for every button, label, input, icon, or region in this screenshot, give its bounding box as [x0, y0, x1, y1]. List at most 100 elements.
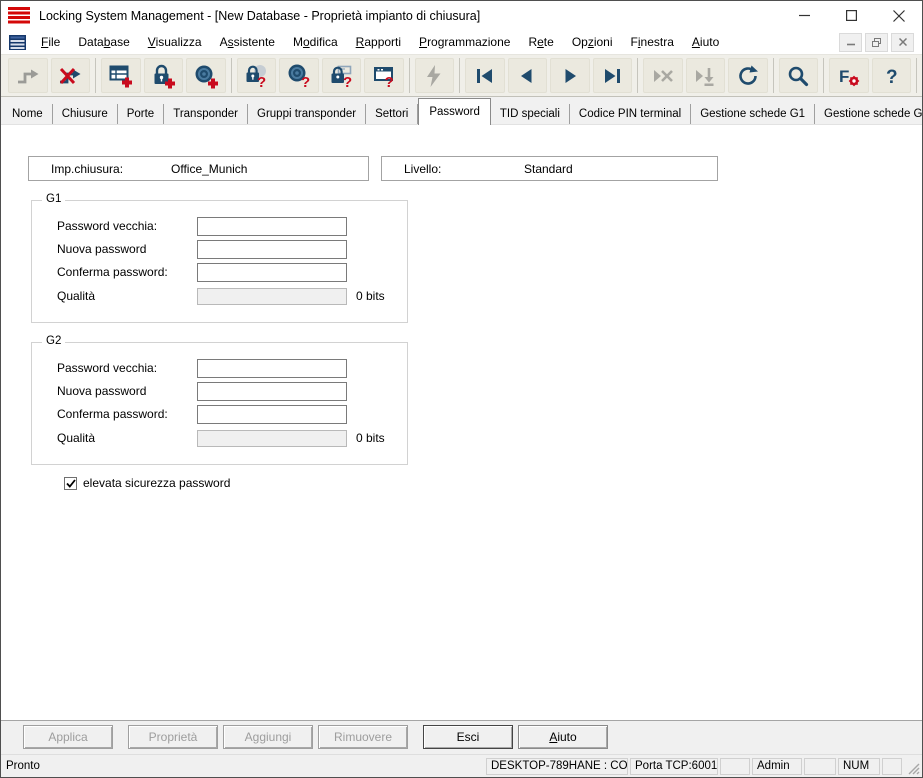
program-button [414, 58, 454, 93]
read-lock-button[interactable]: ? [236, 58, 276, 93]
maximize-button[interactable] [828, 1, 875, 30]
read-transponder-button[interactable]: ? [279, 58, 319, 93]
level-label: Livello: [404, 161, 442, 176]
tab-gestione-schede-g1[interactable]: Gestione schede G1 [691, 104, 816, 124]
read-lock-network-button[interactable]: ? [321, 58, 361, 93]
g1-new-password-input[interactable] [197, 239, 347, 259]
refresh-icon [738, 65, 758, 85]
status-panel-empty-2 [804, 757, 836, 775]
search-button[interactable] [778, 58, 818, 93]
locking-system-field: Imp.chiusura: Office_Munich [28, 156, 369, 181]
menu-item-finestra[interactable]: Finestra [622, 35, 683, 49]
read-lock-network-icon: ? [331, 65, 352, 89]
status-panel-user: Admin [752, 757, 802, 775]
read-card-button[interactable]: ? [364, 58, 404, 93]
g2-confirm-password-row: Conferma password: [57, 404, 347, 424]
g2-confirm-password-input[interactable] [197, 404, 347, 424]
g1-new-password-row: Nuova password [57, 239, 347, 259]
high-security-checkbox[interactable] [64, 476, 77, 490]
menu-item-rapporti[interactable]: Rapporti [347, 35, 410, 49]
tab-bar: Nome Chiusure Porte Transponder Gruppi t… [1, 97, 922, 125]
g1-confirm-password-input[interactable] [197, 262, 347, 282]
g1-old-password-label: Password vecchia: [57, 219, 158, 233]
disconnect-button[interactable] [50, 58, 90, 93]
nav-last-button[interactable] [592, 58, 632, 93]
menu-item-assistente[interactable]: Assistente [211, 35, 284, 49]
maximize-icon [846, 10, 857, 21]
options-gear-icon: F [839, 67, 860, 86]
g1-old-password-row: Password vecchia: [57, 216, 347, 236]
menu-item-modifica[interactable]: Modifica [284, 35, 347, 49]
tab-tid-speciali[interactable]: TID speciali [491, 104, 570, 124]
menu-item-opzioni[interactable]: Opzioni [563, 35, 622, 49]
status-panel-empty-3 [882, 757, 902, 775]
esci-button[interactable]: Esci [423, 725, 513, 749]
tab-transponder[interactable]: Transponder [164, 104, 248, 124]
mdi-restore-button[interactable] [865, 32, 888, 52]
tab-nome[interactable]: Nome [3, 104, 53, 124]
nav-cancel-button [643, 58, 683, 93]
read-card-icon: ? [373, 66, 393, 89]
g1-quality-bar [197, 287, 347, 305]
tab-gestione-schede-g2[interactable]: Gestione schede G2 [815, 104, 922, 124]
menu-item-programmazione[interactable]: Programmazione [410, 35, 519, 49]
document-icon [9, 34, 26, 50]
mdi-close-icon [898, 38, 907, 46]
g2-new-password-input[interactable] [197, 381, 347, 401]
g2-old-password-row: Password vecchia: [57, 358, 347, 378]
new-lock-button[interactable] [143, 58, 183, 93]
toolbar-separator [823, 58, 824, 93]
level-value: Standard [524, 161, 573, 176]
tab-gruppi-transponder[interactable]: Gruppi transponder [248, 104, 367, 124]
g2-old-password-input[interactable] [197, 358, 347, 378]
menu-item-file[interactable]: File [32, 35, 69, 49]
g1-quality-bits: 0 bits [356, 289, 385, 303]
nav-first-button[interactable] [465, 58, 505, 93]
g1-old-password-input[interactable] [197, 216, 347, 236]
tab-porte[interactable]: Porte [118, 104, 165, 124]
resize-grip[interactable] [904, 758, 920, 775]
new-transponder-plus-icon [195, 65, 218, 88]
new-transponder-button[interactable] [186, 58, 226, 93]
svg-text:?: ? [384, 74, 393, 89]
g2-group-title: G2 [42, 335, 66, 347]
g2-new-password-row: Nuova password [57, 381, 347, 401]
nav-prev-icon [521, 68, 532, 83]
mdi-minimize-icon [846, 43, 855, 46]
g1-quality-label: Qualità [57, 289, 96, 303]
options-button[interactable]: F [829, 58, 869, 93]
menu-item-aiuto[interactable]: Aiuto [683, 35, 728, 49]
toolbar-separator [230, 58, 232, 93]
g1-groupbox: G1 Password vecchia: Nuova password Conf… [31, 193, 408, 323]
aiuto-button[interactable]: Aiuto [518, 725, 608, 749]
menu-item-visualizza[interactable]: Visualizza [139, 35, 211, 49]
read-transponder-icon: ? [288, 64, 310, 89]
mdi-minimize-button[interactable] [839, 32, 862, 52]
refresh-button[interactable] [728, 58, 768, 93]
nav-cancel-icon [653, 69, 673, 82]
close-button[interactable] [875, 1, 922, 30]
tab-password[interactable]: Password [418, 98, 491, 125]
tab-settori[interactable]: Settori [366, 104, 419, 124]
nav-first-icon [476, 68, 492, 83]
tab-codice-pin-terminal[interactable]: Codice PIN terminal [570, 104, 692, 124]
new-locking-system-button[interactable] [101, 58, 141, 93]
svg-text:?: ? [886, 67, 898, 88]
mdi-restore-icon [872, 37, 881, 47]
help-button[interactable]: ? [871, 58, 911, 93]
g1-confirm-password-row: Conferma password: [57, 262, 347, 282]
applica-button: Applica [23, 725, 113, 749]
mdi-close-button[interactable] [891, 32, 914, 52]
menu-item-rete[interactable]: Rete [519, 35, 562, 49]
menu-item-database[interactable]: Database [69, 35, 138, 49]
toolbar-separator [916, 58, 917, 93]
nav-last-icon [605, 68, 621, 83]
new-locking-system-icon [109, 65, 132, 87]
nav-prev-button[interactable] [507, 58, 547, 93]
locking-system-value: Office_Munich [171, 161, 248, 176]
tab-chiusure[interactable]: Chiusure [53, 104, 118, 124]
app-logo-icon [8, 6, 30, 25]
g1-confirm-password-label: Conferma password: [57, 265, 168, 279]
nav-next-button[interactable] [550, 58, 590, 93]
minimize-button[interactable] [781, 1, 828, 30]
